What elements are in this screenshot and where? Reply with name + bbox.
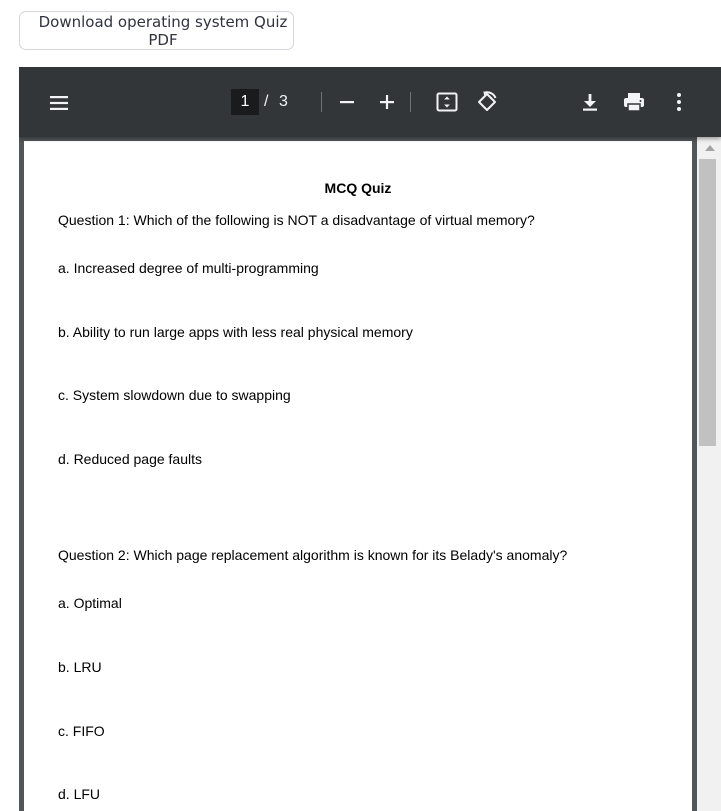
answer-option: d. Reduced page faults — [58, 451, 202, 467]
zoom-out-icon[interactable] — [335, 90, 359, 114]
download-icon[interactable] — [578, 90, 602, 114]
pdf-toolbar: 1 / 3 — [19, 67, 721, 137]
page-number-input[interactable]: 1 — [231, 89, 259, 115]
fit-to-page-icon[interactable] — [435, 90, 459, 114]
scroll-up-arrow-icon[interactable] — [705, 145, 715, 151]
document-title: MCQ Quiz — [324, 180, 392, 196]
answer-option: d. LFU — [58, 786, 101, 802]
page-total: 3 — [279, 93, 288, 110]
answer-option: c. FIFO — [58, 723, 105, 739]
question-text: Question 2: Which page replacement algor… — [58, 547, 568, 563]
page-separator: / — [264, 93, 269, 110]
rotate-counterclockwise-icon[interactable] — [475, 90, 499, 114]
toolbar-divider — [321, 92, 322, 112]
more-actions-icon[interactable] — [667, 90, 691, 114]
answer-option: a. Increased degree of multi-programming — [58, 260, 319, 276]
question-text: Question 1: Which of the following is NO… — [58, 212, 535, 228]
pdf-viewer: 1 / 3 MCQ Quiz Question 1: Which of the … — [19, 67, 721, 811]
vertical-scrollbar[interactable] — [697, 137, 721, 811]
answer-option: b. LRU — [58, 659, 102, 675]
pdf-page: MCQ Quiz Question 1: Which of the follow… — [24, 141, 692, 811]
print-icon[interactable] — [622, 90, 646, 114]
zoom-in-icon[interactable] — [375, 90, 399, 114]
toolbar-divider — [410, 92, 411, 112]
answer-option: a. Optimal — [58, 595, 122, 611]
answer-option: c. System slowdown due to swapping — [58, 387, 291, 403]
scrollbar-thumb[interactable] — [699, 159, 716, 446]
answer-option: b. Ability to run large apps with less r… — [58, 324, 413, 340]
hamburger-menu-icon[interactable] — [47, 91, 71, 115]
download-quiz-pdf-button[interactable]: Download operating system Quiz PDF — [19, 11, 294, 50]
